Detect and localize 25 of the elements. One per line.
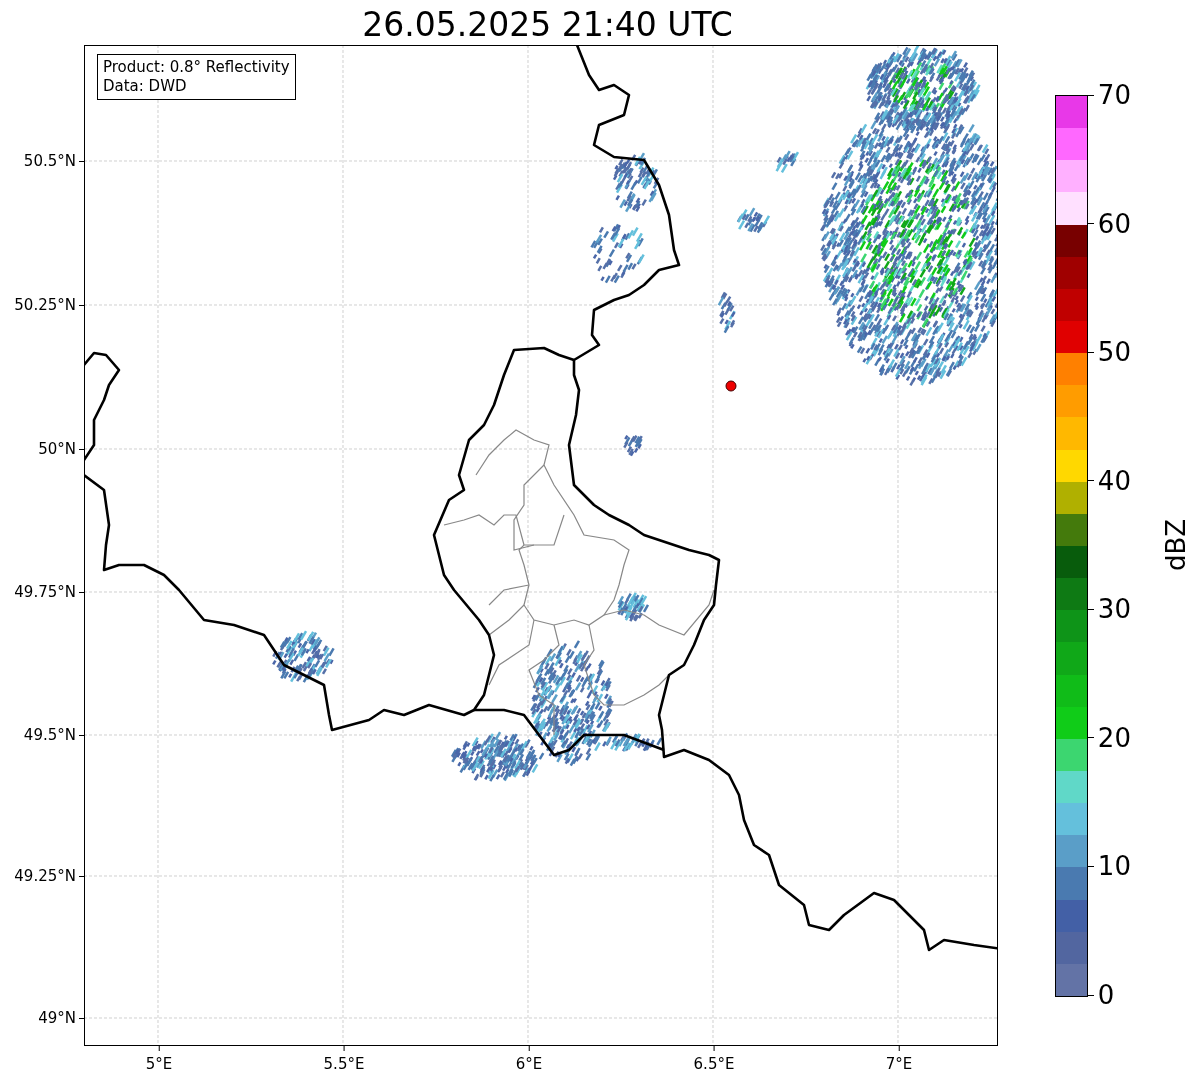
- axis-tick-label: 50°N: [38, 440, 76, 458]
- scale-tick-label: 10: [1097, 851, 1131, 882]
- axis-tick-label: 5.5°E: [323, 1055, 365, 1073]
- station-marker: [725, 380, 737, 392]
- axis-tick-label: 49.75°N: [14, 583, 76, 601]
- scale-unit-label: dBZ: [1160, 518, 1191, 572]
- axis-tick-label: 49°N: [38, 1009, 76, 1027]
- scale-tick-label: 50: [1097, 337, 1131, 368]
- scale-tick-label: 40: [1097, 465, 1131, 496]
- scale-tick-label: 20: [1097, 722, 1131, 753]
- axis-tick-label: 6.5°E: [693, 1055, 735, 1073]
- axis-tick-label: 6°E: [515, 1055, 543, 1073]
- chart-title: 26.05.2025 21:40 UTC: [362, 5, 733, 45]
- axis-tick-label: 5°E: [145, 1055, 173, 1073]
- legend-text: Data: DWD: [102, 77, 188, 96]
- scale-tick-label: 0: [1097, 980, 1115, 1010]
- axis-tick-label: 50.5°N: [23, 152, 76, 170]
- axis-tick-label: 7°E: [885, 1055, 913, 1073]
- axis-tick-label: 49.25°N: [14, 867, 76, 885]
- axis-tick-label: 49.5°N: [23, 726, 76, 744]
- legend-text: Product: 0.8° Reflectivity: [102, 58, 290, 77]
- scale-tick-label: 30: [1097, 594, 1131, 625]
- scale-tick-label: 60: [1097, 208, 1131, 239]
- axis-tick-label: 50.25°N: [14, 296, 76, 314]
- scale-tick-label: 70: [1097, 80, 1131, 110]
